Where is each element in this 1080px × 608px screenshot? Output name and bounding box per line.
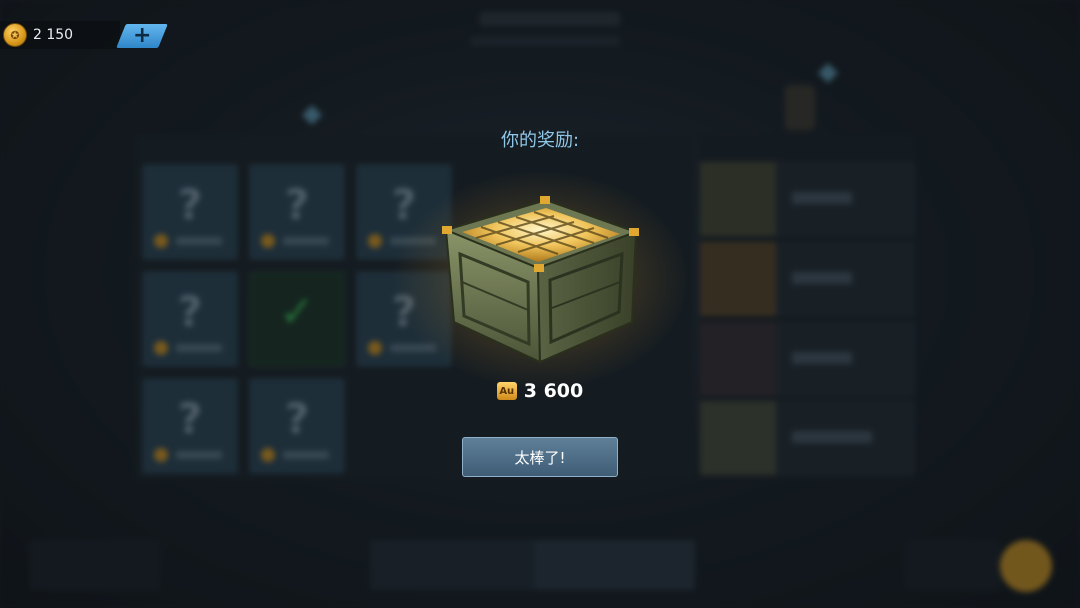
gold-medal-icon: ✪ — [3, 23, 27, 47]
reward-amount: 3 600 — [523, 380, 584, 402]
plus-icon: + — [132, 23, 152, 48]
reward-title: 你的奖励: — [500, 130, 580, 151]
confirm-button[interactable]: 太棒了! — [462, 437, 618, 477]
reward-amount-row: Au 3 600 — [440, 378, 640, 404]
gold-bar-icon: Au — [496, 382, 517, 400]
currency-value: 2 150 — [33, 27, 74, 43]
ammo-crate-icon — [442, 196, 639, 364]
currency-display: ✪ 2 150 — [0, 21, 120, 49]
